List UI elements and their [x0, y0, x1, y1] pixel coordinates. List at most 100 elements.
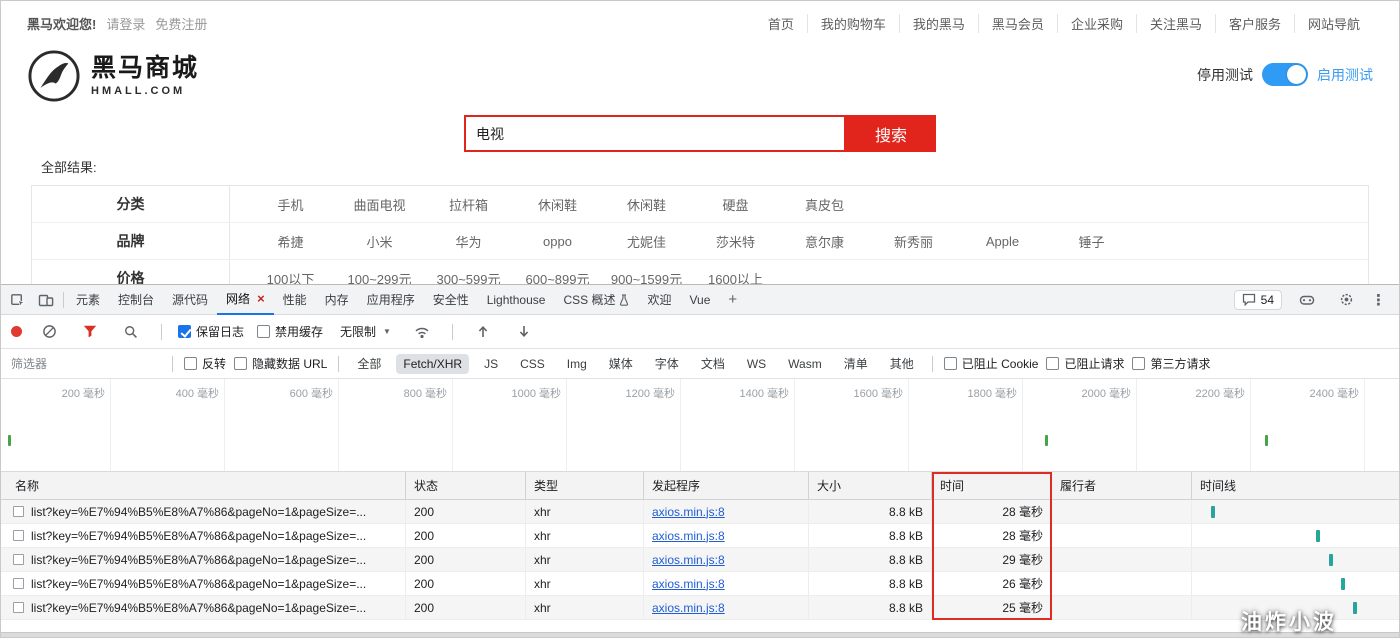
col-fulfilled-header[interactable]: 履行者 — [1052, 472, 1192, 499]
filter-option[interactable]: 意尔康 — [780, 232, 869, 251]
topbar-link-home[interactable]: 首页 — [755, 14, 807, 33]
tab-console[interactable]: 控制台 — [109, 285, 163, 315]
col-waterfall-header[interactable]: 时间线 — [1192, 472, 1399, 499]
blocked-cookies-checkbox[interactable]: 已阻止 Cookie — [943, 355, 1038, 372]
initiator-link[interactable]: axios.min.js:8 — [652, 553, 725, 567]
third-party-checkbox[interactable]: 第三方请求 — [1132, 355, 1211, 372]
network-overview-timeline[interactable]: 200 毫秒 400 毫秒 600 毫秒 800 毫秒 1000 毫秒 1200… — [1, 379, 1399, 472]
filter-option[interactable]: 真皮包 — [780, 195, 869, 214]
filter-option[interactable]: 拉杆箱 — [424, 195, 513, 214]
search-input[interactable] — [464, 115, 846, 152]
filter-pill-js[interactable]: JS — [477, 354, 505, 374]
initiator-link[interactable]: axios.min.js:8 — [652, 505, 725, 519]
request-row[interactable]: list?key=%E7%94%B5%E8%A7%86&pageNo=1&pag… — [1, 572, 1399, 596]
disable-cache-checkbox[interactable]: 禁用缓存 — [257, 323, 323, 340]
blocked-requests-checkbox[interactable]: 已阻止请求 — [1046, 355, 1124, 372]
throttling-select[interactable]: 无限制 ▼ — [336, 321, 395, 342]
filter-option[interactable]: 锤子 — [1047, 232, 1136, 251]
filter-option[interactable]: 手机 — [246, 195, 335, 214]
export-har-icon[interactable] — [510, 319, 538, 345]
search-button[interactable]: 搜索 — [846, 115, 936, 152]
request-row[interactable]: list?key=%E7%94%B5%E8%A7%86&pageNo=1&pag… — [1, 596, 1399, 620]
preserve-log-checkbox[interactable]: 保留日志 — [178, 323, 244, 340]
filter-option[interactable]: 300~599元 — [424, 269, 513, 285]
filter-pill-other[interactable]: 其他 — [883, 352, 921, 375]
topbar-link-service[interactable]: 客户服务 — [1214, 13, 1294, 33]
tab-security[interactable]: 安全性 — [424, 285, 478, 315]
record-button[interactable] — [11, 326, 22, 337]
col-size-header[interactable]: 大小 — [809, 472, 932, 499]
settings-gear-icon[interactable] — [1332, 287, 1360, 313]
topbar-link-my-hmall[interactable]: 我的黑马 — [898, 13, 978, 33]
search-icon[interactable] — [117, 319, 145, 345]
filter-option[interactable]: Apple — [958, 234, 1047, 249]
request-row[interactable]: list?key=%E7%94%B5%E8%A7%86&pageNo=1&pag… — [1, 500, 1399, 524]
filter-option[interactable]: 尤妮佳 — [602, 232, 691, 251]
register-link[interactable]: 免费注册 — [155, 14, 207, 33]
tab-css-overview[interactable]: CSS 概述 — [554, 285, 638, 315]
initiator-link[interactable]: axios.min.js:8 — [652, 577, 725, 591]
filter-option[interactable]: oppo — [513, 234, 602, 249]
tab-application[interactable]: 应用程序 — [358, 285, 424, 315]
filter-option[interactable]: 新秀丽 — [869, 232, 958, 251]
initiator-link[interactable]: axios.min.js:8 — [652, 529, 725, 543]
tab-network[interactable]: 网络 × — [217, 285, 274, 315]
hide-data-urls-checkbox[interactable]: 隐藏数据 URL — [234, 355, 327, 372]
hmall-logo[interactable]: 黑马商城 HMALL.COM — [27, 49, 199, 103]
tab-welcome[interactable]: 欢迎 — [638, 285, 680, 315]
filter-pill-img[interactable]: Img — [560, 354, 594, 374]
col-name-header[interactable]: 名称 — [1, 472, 406, 499]
col-time-header[interactable]: 时间 — [932, 472, 1052, 499]
filter-pill-font[interactable]: 字体 — [648, 352, 686, 375]
topbar-link-cart[interactable]: 我的购物车 — [806, 13, 899, 33]
filter-pill-ws[interactable]: WS — [740, 354, 773, 374]
close-icon[interactable]: × — [257, 292, 265, 305]
filter-option[interactable]: 100以下 — [246, 269, 335, 285]
login-link[interactable]: 请登录 — [106, 14, 145, 33]
more-tabs-button[interactable]: + — [719, 291, 746, 308]
tab-sources[interactable]: 源代码 — [163, 285, 217, 315]
filter-pill-doc[interactable]: 文档 — [694, 352, 732, 375]
clear-icon[interactable] — [35, 319, 63, 345]
extension-icon[interactable] — [1293, 287, 1321, 313]
filter-funnel-icon[interactable] — [76, 319, 104, 345]
issues-badge[interactable]: 54 — [1233, 289, 1282, 310]
filter-option[interactable]: 华为 — [424, 232, 513, 251]
col-initiator-header[interactable]: 发起程序 — [644, 472, 809, 499]
inspect-element-icon[interactable] — [4, 287, 32, 313]
filter-option[interactable]: 休闲鞋 — [602, 195, 691, 214]
filter-option[interactable]: 曲面电视 — [335, 195, 424, 214]
filter-option[interactable]: 小米 — [335, 232, 424, 251]
col-type-header[interactable]: 类型 — [526, 472, 644, 499]
filter-option[interactable]: 休闲鞋 — [513, 195, 602, 214]
filter-input[interactable] — [11, 356, 161, 371]
tab-vue[interactable]: Vue — [680, 285, 719, 315]
device-toolbar-icon[interactable] — [32, 287, 60, 313]
filter-option[interactable]: 莎米特 — [691, 232, 780, 251]
request-row[interactable]: list?key=%E7%94%B5%E8%A7%86&pageNo=1&pag… — [1, 524, 1399, 548]
invert-checkbox[interactable]: 反转 — [184, 355, 226, 372]
tab-lighthouse[interactable]: Lighthouse — [478, 285, 555, 315]
filter-option[interactable]: 希捷 — [246, 232, 335, 251]
filter-pill-media[interactable]: 媒体 — [602, 352, 640, 375]
more-menu-icon[interactable]: ⋮ — [1371, 291, 1386, 309]
request-row[interactable]: list?key=%E7%94%B5%E8%A7%86&pageNo=1&pag… — [1, 548, 1399, 572]
filter-pill-manifest[interactable]: 清单 — [837, 352, 875, 375]
filter-option[interactable]: 100~299元 — [335, 269, 424, 285]
col-status-header[interactable]: 状态 — [406, 472, 526, 499]
filter-pill-fetch-xhr[interactable]: Fetch/XHR — [396, 353, 470, 374]
filter-option[interactable]: 900~1599元 — [602, 269, 691, 285]
topbar-link-enterprise[interactable]: 企业采购 — [1056, 13, 1136, 33]
topbar-link-member[interactable]: 黑马会员 — [977, 13, 1057, 33]
network-conditions-icon[interactable] — [408, 319, 436, 345]
filter-pill-all[interactable]: 全部 — [350, 352, 388, 375]
filter-option[interactable]: 1600以上 — [691, 269, 780, 285]
filter-option[interactable]: 硬盘 — [691, 195, 780, 214]
tab-elements[interactable]: 元素 — [67, 285, 109, 315]
topbar-link-follow[interactable]: 关注黑马 — [1135, 13, 1215, 33]
filter-pill-css[interactable]: CSS — [513, 354, 552, 374]
filter-option[interactable]: 600~899元 — [513, 269, 602, 285]
tab-memory[interactable]: 内存 — [316, 285, 358, 315]
tab-performance[interactable]: 性能 — [274, 285, 316, 315]
import-har-icon[interactable] — [469, 319, 497, 345]
